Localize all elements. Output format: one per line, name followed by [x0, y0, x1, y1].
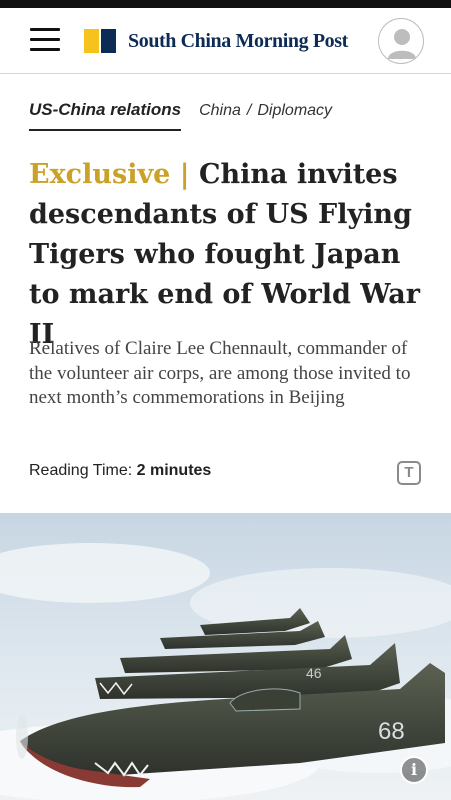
exclusive-separator: |: [179, 159, 190, 190]
scmp-logo[interactable]: South China Morning Post: [84, 27, 348, 55]
reading-time-value: 2 minutes: [136, 462, 212, 479]
aircraft-number-46: 46: [306, 665, 322, 681]
status-bar: [0, 0, 451, 8]
logo-text: South China Morning Post: [128, 29, 348, 52]
logo-mark-icon: [84, 29, 116, 53]
hamburger-menu-icon[interactable]: [30, 28, 60, 54]
article-headline: Exclusive | China invites descendants of…: [29, 155, 429, 355]
aircraft-number-68: 68: [378, 718, 405, 745]
breadcrumb-separator: /: [246, 102, 252, 119]
exclusive-label: Exclusive: [29, 159, 171, 190]
breadcrumb: US-China relations China / Diplomacy: [29, 100, 332, 134]
topic-link-us-china-relations[interactable]: US-China relations: [29, 100, 182, 131]
hero-image: 68 46: [0, 513, 451, 800]
info-icon[interactable]: i: [400, 756, 428, 784]
article-summary: Relatives of Claire Lee Chennault, comma…: [29, 338, 411, 408]
user-avatar-icon[interactable]: [378, 18, 424, 64]
reading-time: Reading Time: 2 minutes: [29, 462, 211, 480]
flying-tigers-p40-aircraft: 68 46: [0, 513, 451, 800]
section-link-china[interactable]: China: [199, 102, 241, 119]
reading-time-label: Reading Time:: [29, 462, 133, 479]
text-size-icon[interactable]: T: [397, 461, 421, 485]
section-link-diplomacy[interactable]: Diplomacy: [257, 102, 332, 119]
site-header: South China Morning Post: [0, 8, 451, 74]
section-path: China / Diplomacy: [199, 102, 332, 120]
